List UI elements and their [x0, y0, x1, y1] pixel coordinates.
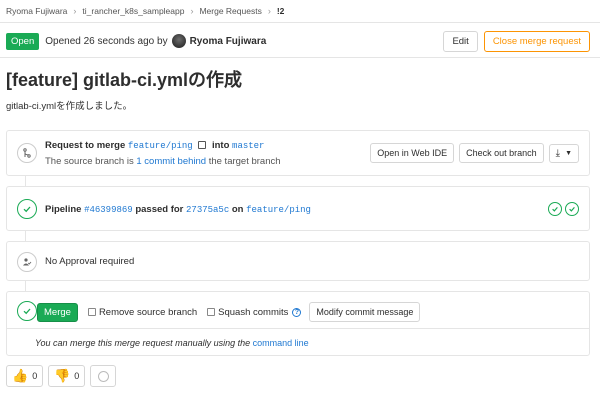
- thumbsup-reaction-button[interactable]: 👍 0: [6, 365, 44, 387]
- pipeline-stages: [545, 202, 579, 216]
- manual-merge-text: You can merge this merge request manuall…: [35, 338, 309, 348]
- command-line-link[interactable]: command line: [253, 338, 309, 348]
- source-branch[interactable]: feature/ping: [128, 141, 193, 151]
- breadcrumb-divider: [0, 22, 600, 23]
- chevron-right-icon: ›: [73, 6, 77, 16]
- download-icon: ⤓: [555, 147, 561, 159]
- target-branch[interactable]: master: [232, 141, 264, 151]
- pipeline-label: Pipeline: [45, 204, 82, 215]
- approval-text: No Approval required: [45, 256, 135, 267]
- check-out-branch-button[interactable]: Check out branch: [459, 143, 544, 163]
- header-divider: [0, 57, 600, 58]
- opened-text: Opened 26 seconds ago by: [45, 35, 168, 47]
- remove-source-branch-checkbox[interactable]: [87, 308, 96, 316]
- passed-label: passed for: [135, 204, 184, 215]
- breadcrumb-user[interactable]: Ryoma Fujiwara: [6, 6, 67, 16]
- modify-commit-message-button[interactable]: Modify commit message: [309, 302, 421, 322]
- stage-success-icon[interactable]: [548, 202, 562, 216]
- manual-merge-prefix: You can merge this merge request manuall…: [35, 338, 251, 348]
- page-title: [feature] gitlab-ci.ymlの作成: [6, 70, 243, 90]
- squash-commits-option[interactable]: Squash commits ?: [207, 306, 302, 318]
- remove-source-branch-label: Remove source branch: [98, 306, 198, 318]
- smiley-icon: [97, 370, 109, 382]
- edit-button[interactable]: Edit: [443, 30, 478, 52]
- merge-actions: Merge Remove source branch Squash commit…: [37, 302, 421, 322]
- merge-card: Merge Remove source branch Squash commit…: [6, 291, 590, 356]
- author-link[interactable]: Ryoma Fujiwara: [190, 36, 267, 47]
- commits-behind-link[interactable]: 1 commit behind: [136, 156, 206, 167]
- approval-card: No Approval required: [6, 241, 590, 281]
- stage-success-icon[interactable]: [565, 202, 579, 216]
- squash-commits-checkbox[interactable]: [207, 308, 216, 316]
- timeline-line: [25, 176, 26, 186]
- mr-description: gitlab-ci.ymlを作成しました。: [6, 101, 133, 112]
- mr-header: Open Opened 26 seconds ago by Ryoma Fuji…: [6, 30, 590, 52]
- copy-icon[interactable]: [198, 141, 207, 149]
- avatar[interactable]: [171, 34, 186, 48]
- breadcrumb-merge-requests[interactable]: Merge Requests: [199, 6, 261, 16]
- breadcrumb: Ryoma Fujiwara › ti_rancher_k8s_sampleap…: [6, 4, 284, 18]
- help-icon[interactable]: ?: [292, 307, 302, 317]
- pipeline-branch-link[interactable]: feature/ping: [246, 205, 311, 215]
- timeline-line: [25, 281, 26, 291]
- merge-info-actions: Open in Web IDE Check out branch ⤓ ▼: [365, 143, 579, 163]
- chevron-right-icon: ›: [190, 6, 194, 16]
- pipeline-id-link[interactable]: #46399869: [84, 205, 133, 215]
- thumbsdown-reaction-button[interactable]: 👎 0: [48, 365, 86, 387]
- remove-source-branch-option[interactable]: Remove source branch: [87, 306, 198, 318]
- open-web-ide-button[interactable]: Open in Web IDE: [370, 143, 455, 163]
- ready-to-merge-icon: [17, 301, 37, 321]
- behind-suffix: the target branch: [208, 156, 281, 167]
- on-label: on: [231, 204, 244, 215]
- git-merge-icon: [17, 143, 37, 163]
- thumbsdown-icon: 👎: [54, 368, 71, 383]
- download-dropdown-button[interactable]: ⤓ ▼: [548, 143, 579, 163]
- pipeline-status-text: Pipeline #46399869 passed for 27375a5c o…: [45, 204, 311, 215]
- breadcrumb-mr-id[interactable]: !2: [277, 6, 285, 16]
- chevron-right-icon: ›: [267, 6, 271, 16]
- breadcrumb-project[interactable]: ti_rancher_k8s_sampleapp: [82, 6, 184, 16]
- status-success-icon[interactable]: [17, 199, 37, 219]
- into-label: into: [211, 140, 230, 151]
- merge-card-divider: [7, 328, 589, 329]
- merge-info-card: Request to merge feature/ping into maste…: [6, 130, 590, 176]
- merge-request-line: Request to merge feature/ping into maste…: [45, 140, 264, 151]
- commit-sha-link[interactable]: 27375a5c: [186, 205, 229, 215]
- squash-commits-label: Squash commits: [218, 306, 289, 318]
- close-merge-request-button[interactable]: Close merge request: [483, 30, 590, 52]
- thumbsup-count: 0: [32, 371, 38, 381]
- behind-prefix: The source branch is: [45, 156, 134, 167]
- approval-user-icon: [17, 252, 37, 272]
- pipeline-card: Pipeline #46399869 passed for 27375a5c o…: [6, 186, 590, 231]
- thumbsup-icon: 👍: [12, 368, 29, 383]
- merge-button[interactable]: Merge: [37, 302, 78, 322]
- add-reaction-button[interactable]: [90, 365, 116, 387]
- request-to-merge-label: Request to merge: [45, 140, 126, 151]
- behind-line: The source branch is 1 commit behind the…: [45, 156, 281, 167]
- status-badge: Open: [6, 32, 40, 50]
- timeline-line: [25, 231, 26, 241]
- thumbsdown-count: 0: [74, 371, 80, 381]
- chevron-down-icon: ▼: [565, 149, 572, 157]
